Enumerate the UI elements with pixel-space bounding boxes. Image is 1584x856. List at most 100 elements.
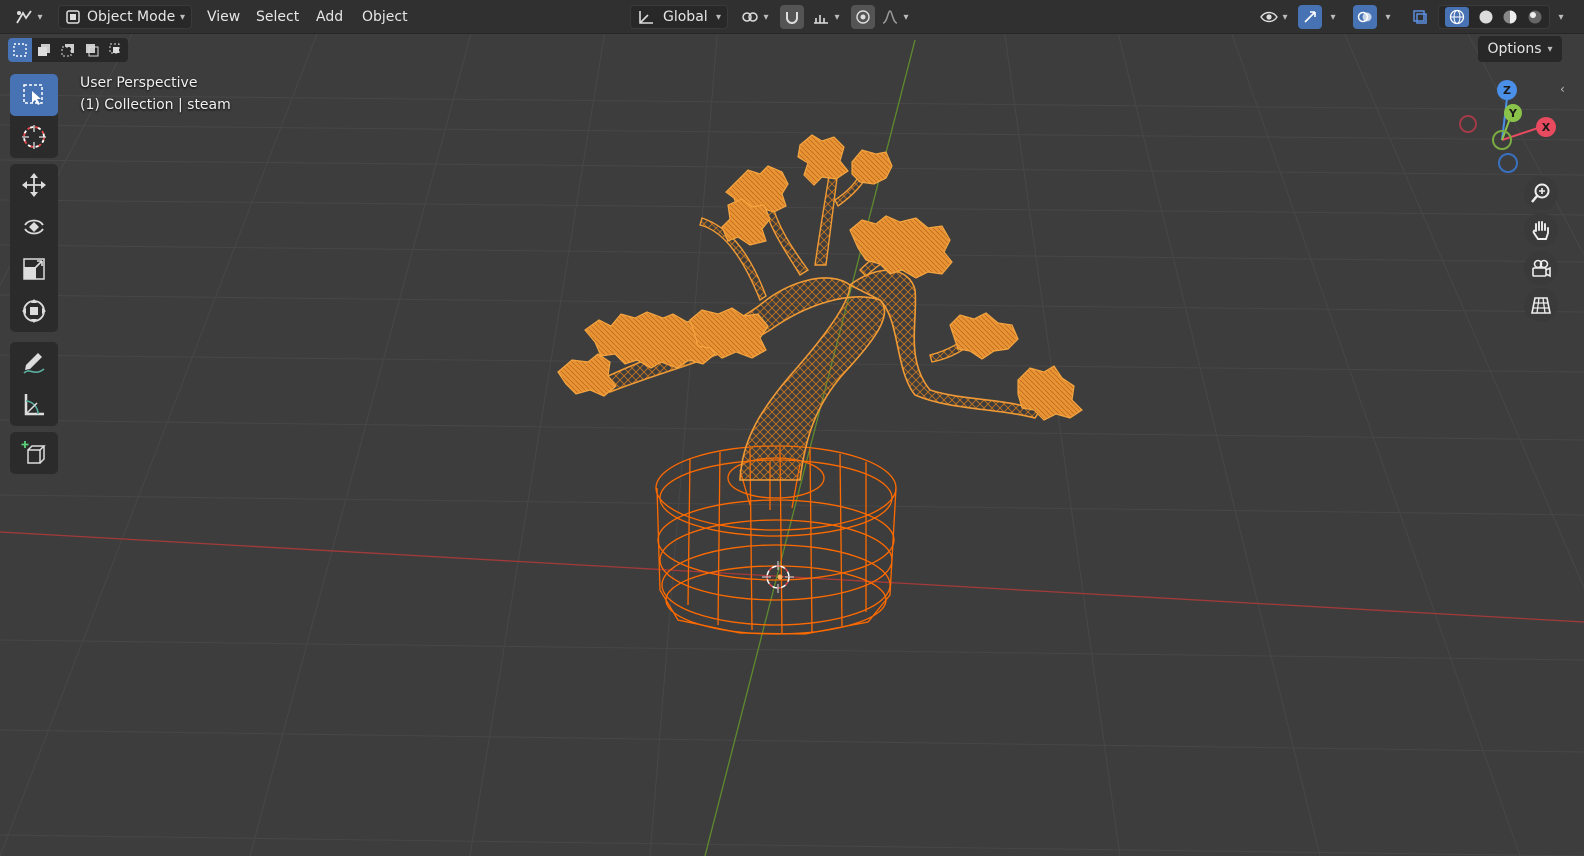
tool-add-cube[interactable]	[10, 432, 58, 474]
chevron-down-icon: ▾	[1547, 43, 1553, 55]
magnet-icon	[784, 9, 800, 25]
tool-transform[interactable]	[10, 290, 58, 332]
tool-select-box[interactable]	[10, 74, 58, 116]
gizmo-icon	[1302, 9, 1318, 25]
gizmo-dropdown[interactable]: ▾	[1324, 5, 1342, 29]
gizmo-z-axis[interactable]: Z	[1497, 80, 1517, 100]
chevron-down-icon: ▾	[903, 11, 909, 23]
transform-icon	[22, 299, 46, 323]
visibility-dropdown[interactable]: ▾	[1254, 5, 1294, 29]
gizmo-neg-y-axis[interactable]	[1492, 130, 1512, 150]
overlays-icon	[1357, 9, 1373, 25]
tool-annotate[interactable]	[10, 342, 58, 384]
chevron-down-icon: ▾	[179, 11, 185, 23]
sidebar-toggle-icon[interactable]: ‹	[1560, 82, 1565, 96]
chevron-down-icon: ▾	[1385, 11, 1391, 23]
select-box-icon	[23, 84, 43, 105]
camera-view-button[interactable]	[1524, 251, 1558, 285]
pan-button[interactable]	[1524, 213, 1558, 247]
navigation-gizmo[interactable]: Z Y X	[1456, 76, 1560, 176]
wireframe-shading-icon[interactable]	[1445, 7, 1470, 27]
menu-add[interactable]: Add	[314, 7, 345, 27]
menu-view[interactable]: View	[205, 7, 242, 27]
pivot-point-button[interactable]: ▾	[735, 5, 775, 29]
shading-mode-group	[1438, 5, 1550, 29]
view-name-label: User Perspective	[80, 75, 198, 91]
grid-perspective-icon	[1531, 297, 1551, 314]
viewport-header: ▾ Object Mode ▾ View Select Add Object G…	[0, 0, 1584, 34]
rotate-icon	[24, 219, 44, 235]
annotate-pencil-icon	[23, 353, 45, 374]
chevron-down-icon: ▾	[763, 11, 769, 23]
gizmo-y-axis[interactable]: Y	[1504, 104, 1522, 122]
menu-select[interactable]: Select	[254, 7, 301, 27]
hand-pan-icon	[1532, 221, 1549, 240]
perspective-toggle-button[interactable]	[1524, 288, 1558, 322]
chevron-down-icon: ▾	[37, 11, 43, 23]
snap-target-dropdown[interactable]: ▾	[806, 5, 846, 29]
select-invert-icon[interactable]	[80, 38, 104, 62]
editor-type-button[interactable]: ▾	[8, 5, 50, 29]
object-mode-icon	[65, 9, 81, 25]
snap-toggle[interactable]	[780, 5, 804, 29]
shading-dropdown[interactable]: ▾	[1552, 5, 1570, 29]
material-preview-icon[interactable]	[1502, 9, 1518, 25]
gizmo-neg-x-axis[interactable]	[1459, 115, 1477, 133]
select-subtract-icon[interactable]	[56, 38, 80, 62]
falloff-curve-icon	[881, 9, 899, 25]
chevron-down-icon: ▾	[834, 11, 840, 23]
proportional-edit-toggle[interactable]	[851, 5, 875, 29]
chevron-down-icon: ▾	[715, 11, 721, 23]
mode-dropdown[interactable]: Object Mode ▾	[58, 5, 192, 29]
proportional-edit-icon	[855, 9, 871, 25]
overlays-toggle[interactable]	[1353, 5, 1377, 29]
menu-object[interactable]: Object	[360, 7, 410, 27]
rendered-shading-icon[interactable]	[1527, 9, 1543, 25]
scale-icon	[23, 258, 45, 280]
eye-icon	[1260, 9, 1279, 25]
tool-measure[interactable]	[10, 384, 58, 426]
select-extend-icon[interactable]	[32, 38, 56, 62]
orientation-axes-icon	[637, 9, 655, 25]
chevron-down-icon: ▾	[1330, 11, 1336, 23]
3d-viewport[interactable]	[0, 0, 1584, 856]
zoom-button[interactable]	[1524, 176, 1558, 210]
tool-cursor[interactable]	[10, 116, 58, 158]
measure-ruler-icon	[24, 394, 44, 416]
solid-shading-icon[interactable]	[1478, 9, 1494, 25]
select-intersect-icon[interactable]	[104, 38, 128, 62]
pivot-icon	[741, 9, 759, 25]
options-label: Options	[1487, 41, 1542, 57]
toolbar-group-annotate	[10, 342, 58, 426]
collection-info-label: (1) Collection | steam	[80, 97, 231, 113]
toolbar-group-select	[10, 74, 58, 158]
gizmo-toggle[interactable]	[1298, 5, 1322, 29]
editor-type-icon	[15, 9, 33, 25]
chevron-down-icon: ▾	[1558, 11, 1564, 23]
camera-icon	[1532, 259, 1551, 278]
viewport-grid-scene	[0, 0, 1584, 856]
selection-mode-group	[8, 38, 128, 62]
xray-icon	[1412, 9, 1428, 25]
gizmo-x-axis[interactable]: X	[1536, 117, 1556, 137]
falloff-dropdown[interactable]: ▾	[877, 5, 913, 29]
tool-move[interactable]	[10, 164, 58, 206]
tool-rotate[interactable]	[10, 206, 58, 248]
object-origin	[777, 574, 783, 580]
cursor-icon	[22, 125, 46, 149]
toolbar-group-transform	[10, 164, 58, 332]
mode-label: Object Mode	[87, 9, 176, 25]
select-new-icon[interactable]	[8, 38, 32, 62]
move-icon	[22, 173, 46, 197]
tool-scale[interactable]	[10, 248, 58, 290]
zoom-magnifier-icon	[1531, 183, 1550, 203]
options-dropdown[interactable]: Options ▾	[1478, 36, 1562, 62]
transform-orientation-dropdown[interactable]: Global ▾	[630, 5, 728, 29]
add-cube-icon	[21, 441, 46, 464]
overlays-dropdown[interactable]: ▾	[1379, 5, 1397, 29]
orientation-label: Global	[663, 9, 708, 25]
gizmo-neg-z-axis[interactable]	[1498, 153, 1518, 173]
toolbar-group-add	[10, 432, 58, 474]
snap-increment-icon	[812, 9, 830, 25]
xray-toggle[interactable]	[1408, 5, 1432, 29]
